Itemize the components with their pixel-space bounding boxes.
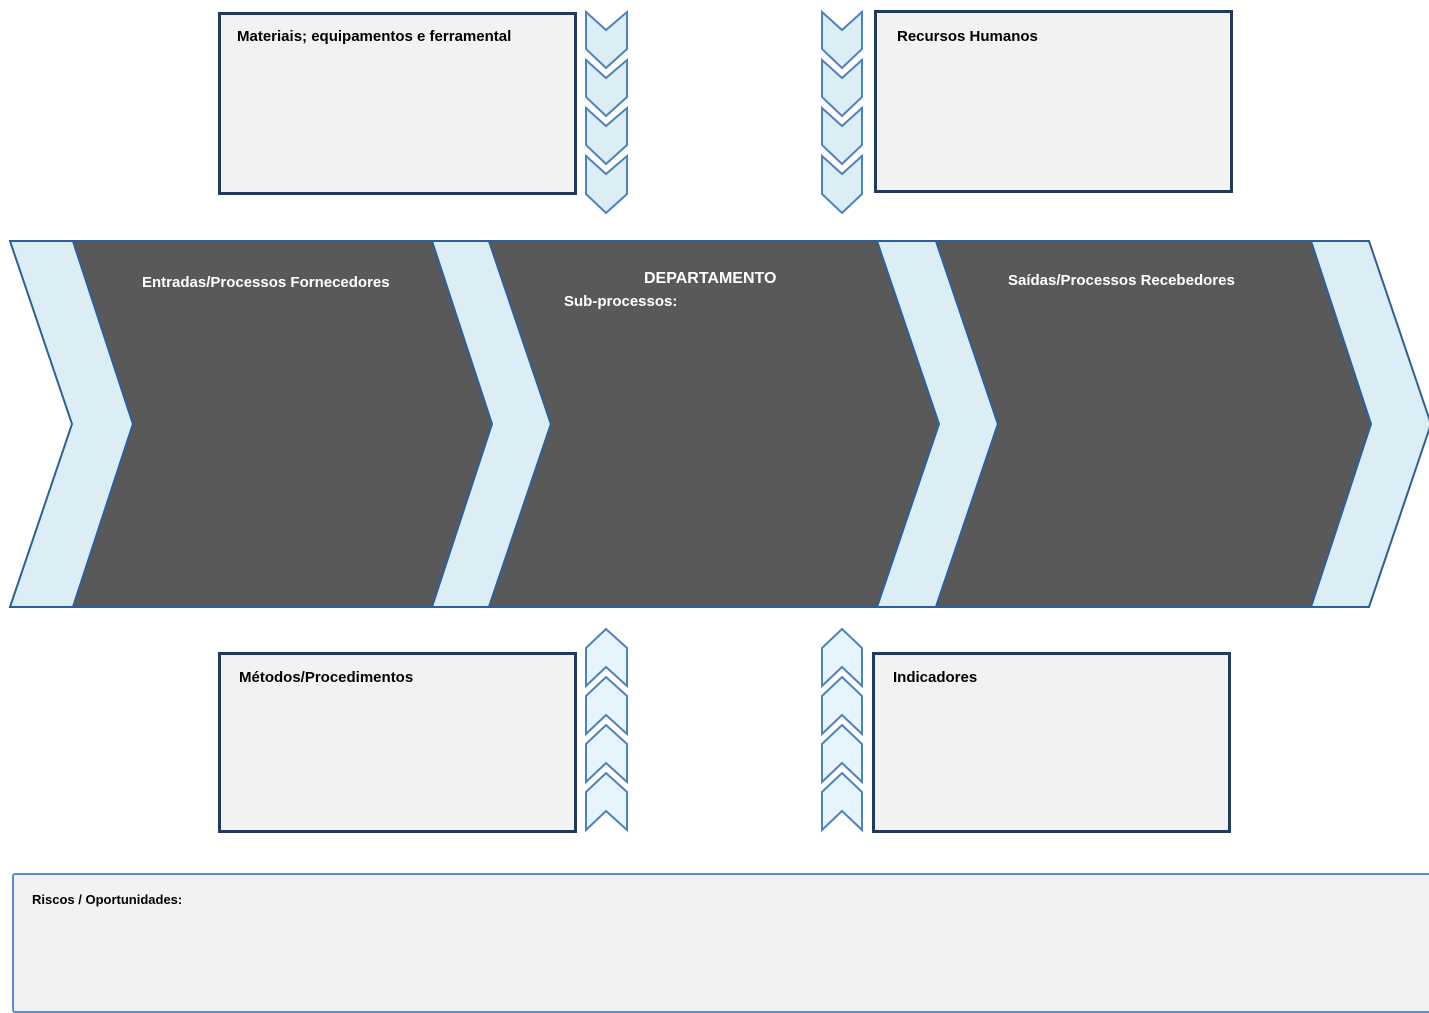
down-arrows-left [585,9,628,215]
indicators-box: Indicadores [872,652,1231,833]
inputs-label: Entradas/Processos Fornecedores [142,274,390,291]
outputs-label: Saídas/Processos Recebedores [1008,272,1235,289]
dark-chevron-inputs [71,240,494,608]
subprocesses-label: Sub-processos: [564,293,678,310]
dark-chevron-department [487,240,941,608]
human-resources-label: Recursos Humanos [897,28,1038,45]
department-title: DEPARTAMENTO [644,270,777,287]
methods-label: Métodos/Procedimentos [239,669,414,686]
down-chevron-icon [585,9,628,70]
human-resources-box: Recursos Humanos [874,10,1233,193]
up-arrows-left [585,627,628,833]
up-chevron-icon [821,771,863,833]
up-arrows-right [821,627,863,833]
materials-label: Materiais; equipamentos e ferramental [237,28,512,45]
indicators-label: Indicadores [893,669,978,686]
methods-box: Métodos/Procedimentos [218,652,577,833]
materials-box: Materiais; equipamentos e ferramental [218,12,577,195]
risks-label: Riscos / Oportunidades: [32,892,183,907]
dark-chevron-outputs [934,240,1373,608]
down-chevron-icon [821,9,863,70]
up-chevron-icon [585,771,628,833]
down-arrows-right [821,9,863,215]
flow-band [8,240,1429,608]
risks-opportunities-box: Riscos / Oportunidades: [12,873,1429,1013]
